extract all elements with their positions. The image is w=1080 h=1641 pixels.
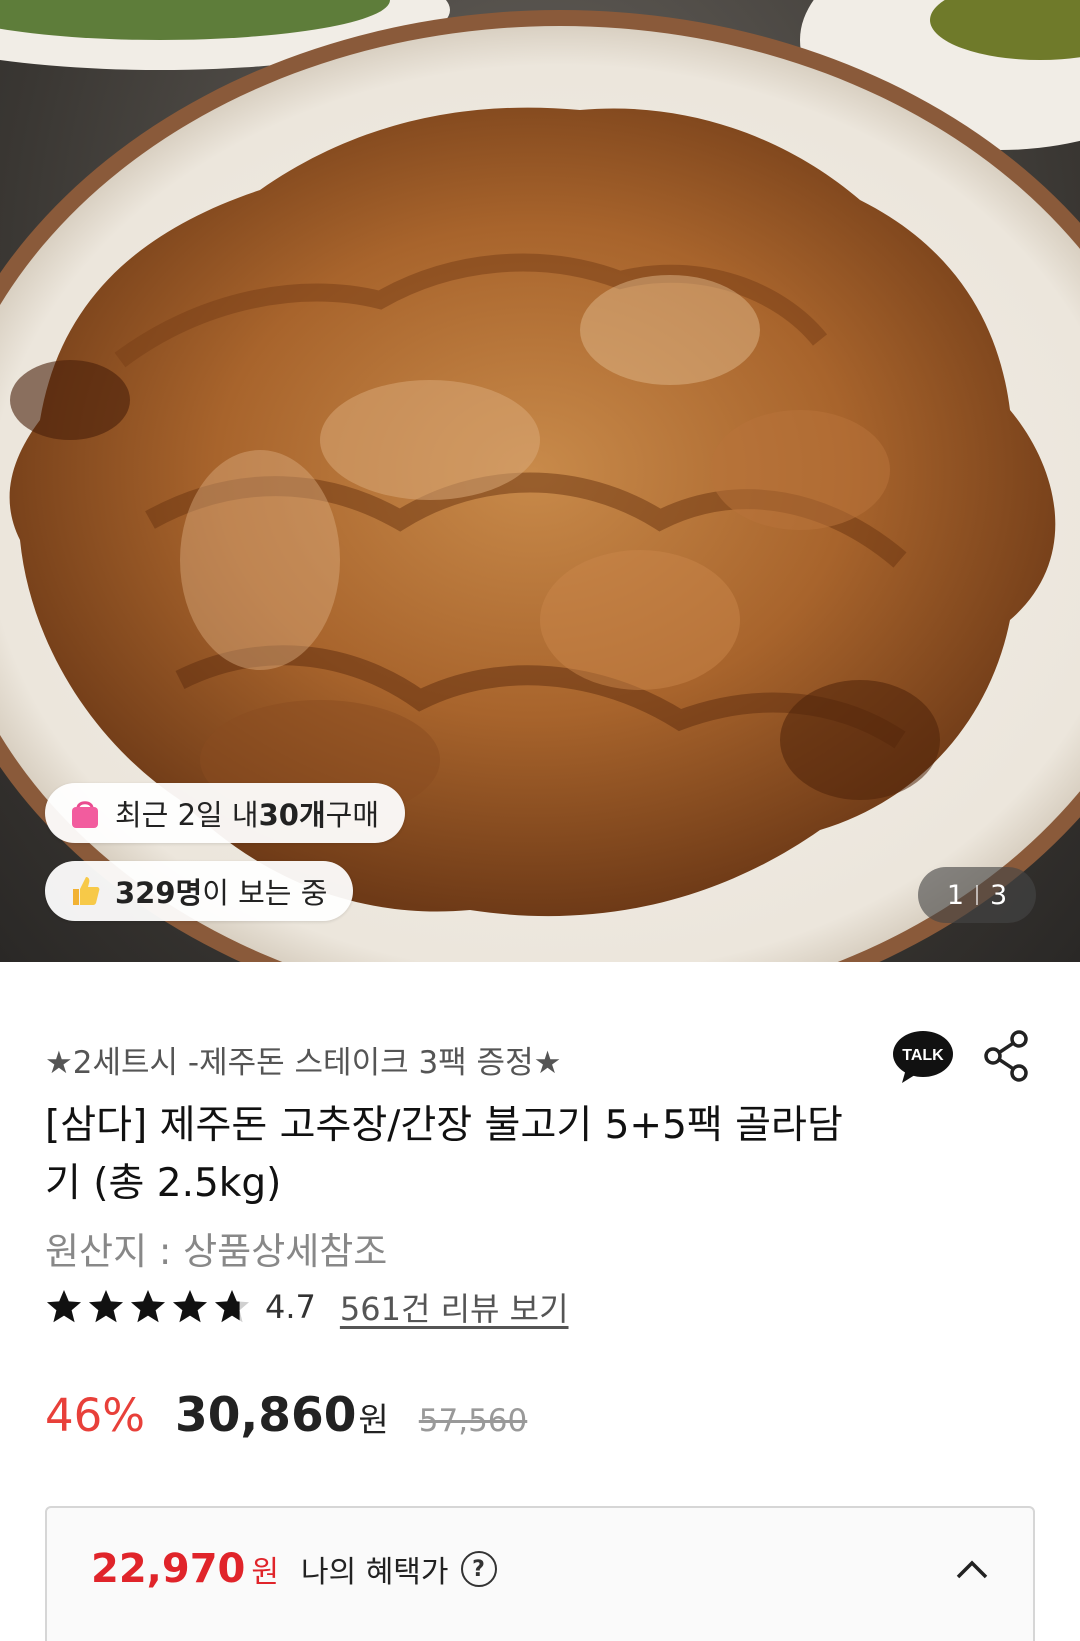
star-icon	[131, 1290, 165, 1323]
help-icon[interactable]: ?	[460, 1551, 497, 1587]
viewers-suffix: 이 보는 중	[202, 876, 328, 910]
star-icon	[215, 1290, 249, 1323]
image-counter-divider	[976, 885, 978, 905]
my-benefit-price-panel[interactable]: 22,970 원 나의 혜택가 ?	[45, 1506, 1035, 1641]
share-icon[interactable]	[982, 1030, 1030, 1082]
star-icon	[173, 1290, 207, 1323]
rating-row: 4.7 561건 리뷰 보기	[45, 1285, 569, 1329]
viewers-count: 329명	[115, 876, 203, 910]
benefit-price-currency: 원	[251, 1555, 279, 1590]
thumbs-up-icon	[67, 873, 103, 909]
recent-purchase-count: 30개	[258, 798, 326, 832]
recent-purchase-suffix: 구매	[325, 798, 380, 832]
kakao-talk-icon[interactable]: TALK	[892, 1029, 954, 1085]
star-rating	[45, 1288, 251, 1326]
shopping-bag-icon	[67, 795, 103, 831]
promo-text: ★2세트시 -제주돈 스테이크 3팩 증정★	[45, 1045, 562, 1081]
image-counter-current: 1	[946, 879, 964, 911]
review-link[interactable]: 561건 리뷰 보기	[340, 1284, 569, 1330]
price-row: 46% 30,860 원 57,560	[45, 1388, 527, 1448]
chevron-up-icon[interactable]	[952, 1550, 992, 1590]
sale-price-currency: 원	[358, 1400, 389, 1439]
recent-purchase-badge: 최근 2일 내 30개 구매	[45, 783, 406, 843]
talk-icon-label: TALK	[902, 1047, 944, 1064]
rating-score: 4.7	[265, 1288, 316, 1326]
benefit-price: 22,970	[91, 1546, 246, 1592]
recent-purchase-prefix: 최근 2일 내	[115, 798, 259, 832]
original-price: 57,560	[418, 1403, 528, 1439]
star-icon	[89, 1290, 123, 1323]
product-image[interactable]: 최근 2일 내 30개 구매 329명 이 보는 중 1 3	[0, 0, 1080, 962]
product-title: [삼다] 제주돈 고추장/간장 불고기 5+5팩 골라담기 (총 2.5kg)	[45, 1103, 843, 1206]
origin-info: 원산지 : 상품상세참조	[45, 1230, 388, 1273]
sale-price: 30,860	[175, 1388, 357, 1443]
image-counter: 1 3	[918, 867, 1036, 923]
image-counter-total: 3	[990, 879, 1008, 911]
viewers-badge: 329명 이 보는 중	[45, 861, 354, 921]
star-icon	[47, 1290, 81, 1323]
discount-rate: 46%	[45, 1389, 146, 1442]
benefit-label: 나의 혜택가	[300, 1555, 449, 1590]
